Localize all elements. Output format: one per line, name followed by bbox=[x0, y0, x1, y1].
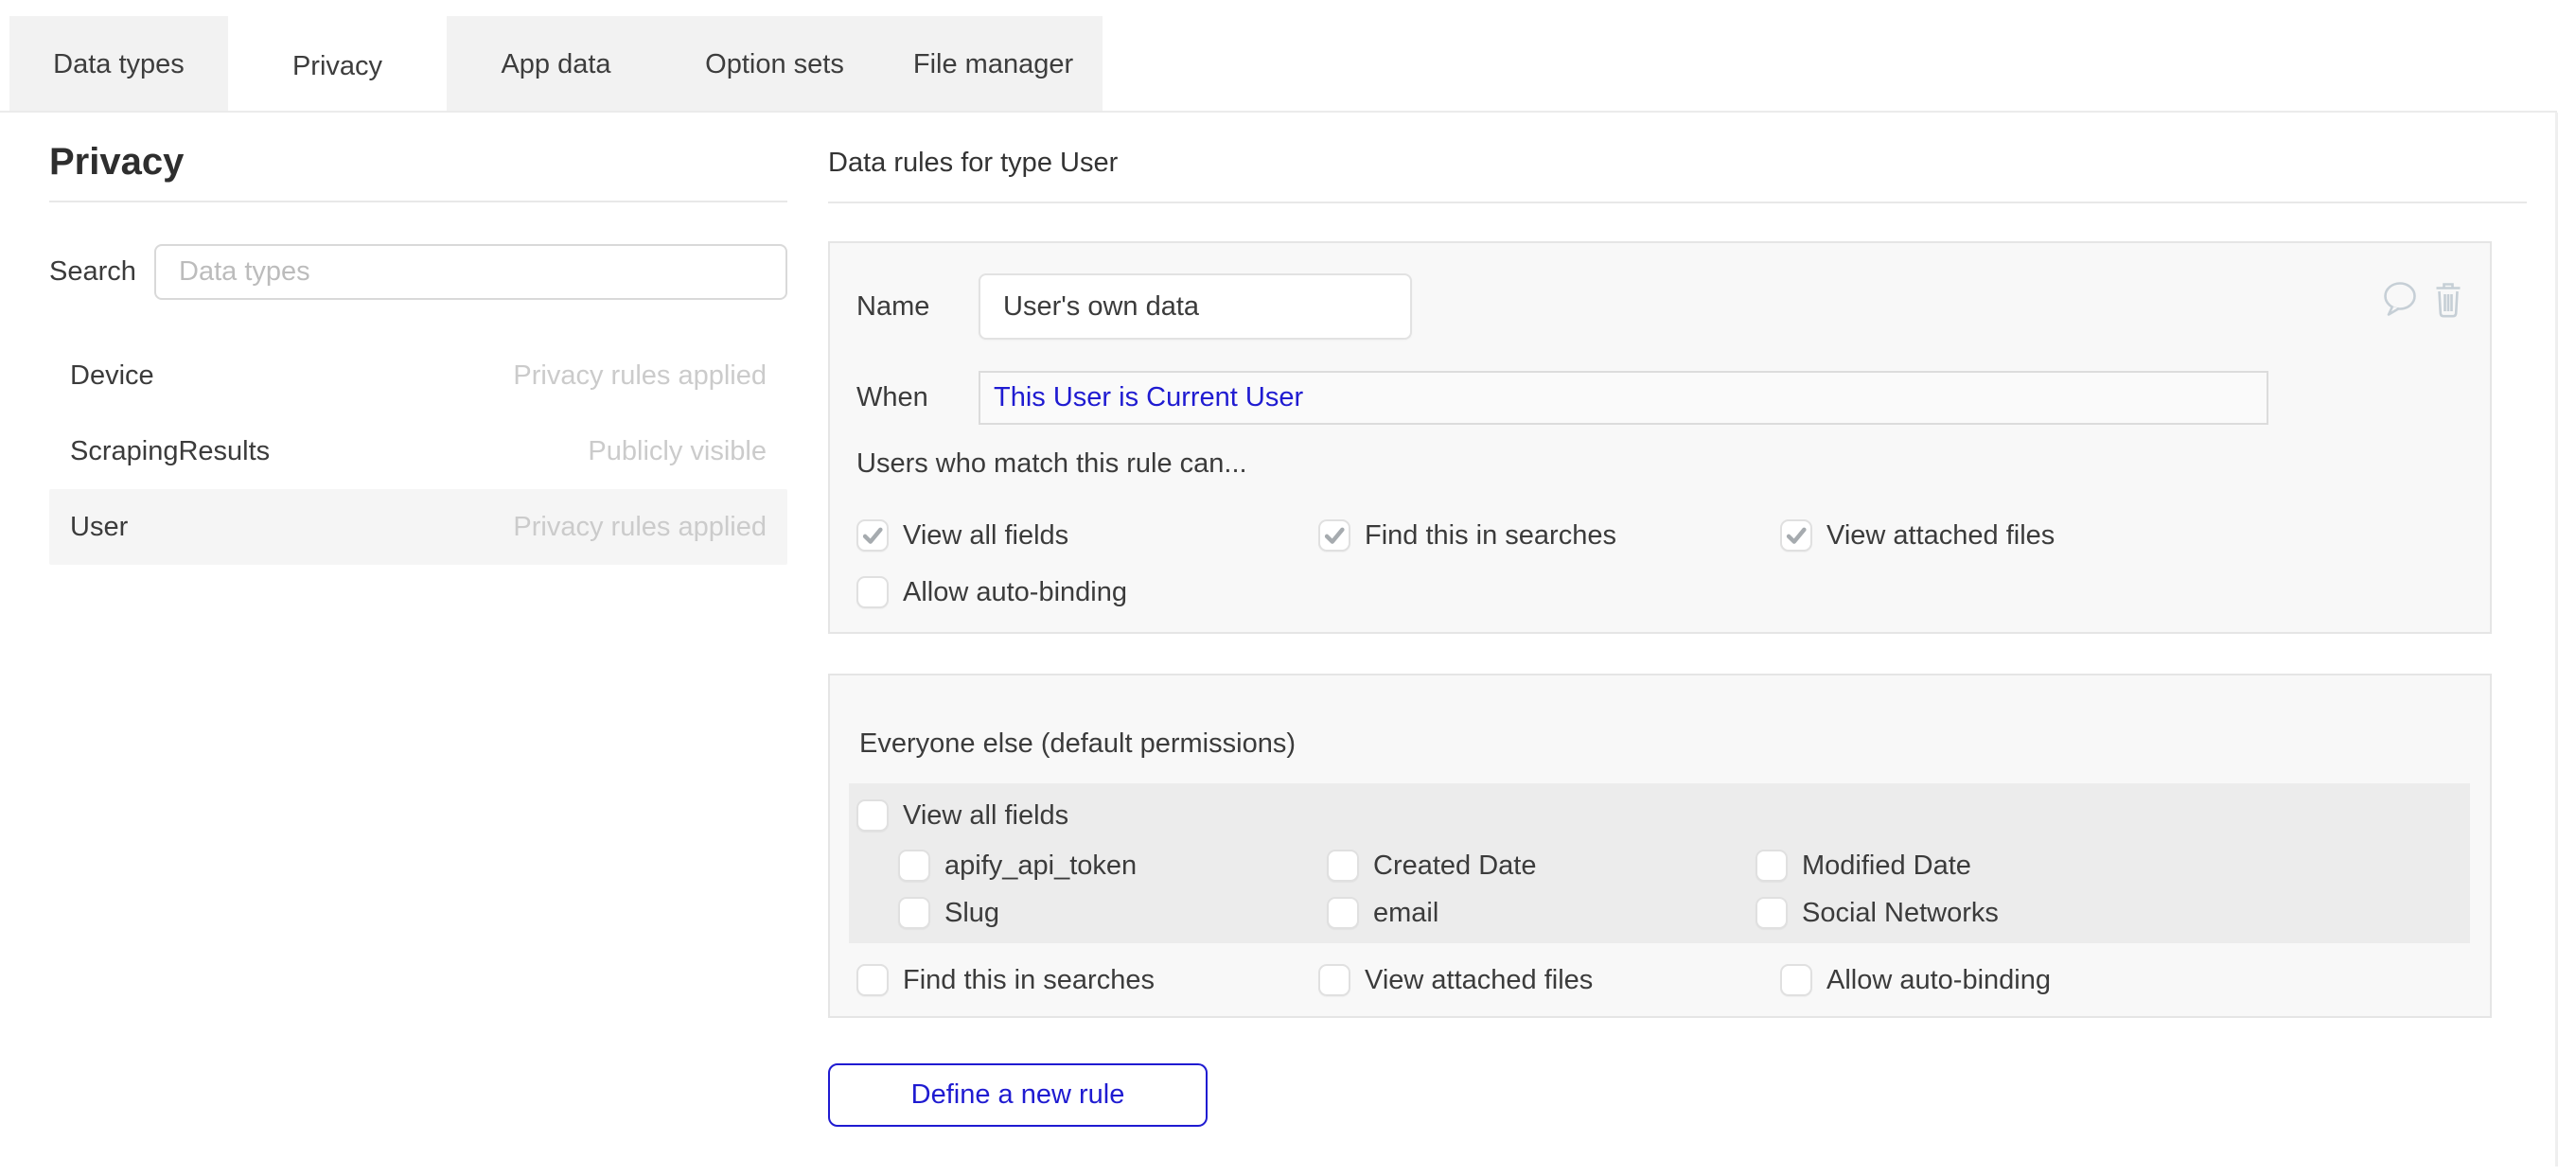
permission-label: View attached files bbox=[1365, 965, 1593, 996]
data-type-list: Device Privacy rules applied ScrapingRes… bbox=[49, 338, 787, 565]
privacy-main-panel: Data rules for type User bbox=[828, 147, 2527, 1127]
permission-item: Allow auto-binding bbox=[856, 574, 1318, 610]
field-checkbox[interactable] bbox=[898, 850, 930, 882]
field-item: Modified Date bbox=[1756, 845, 2184, 886]
default-permissions-card: Everyone else (default permissions) View… bbox=[828, 674, 2492, 1018]
permission-label: Find this in searches bbox=[1365, 520, 1616, 552]
permission-checkbox[interactable] bbox=[1318, 519, 1350, 552]
permission-item: View attached files bbox=[1318, 962, 1780, 998]
permission-checkbox[interactable] bbox=[1318, 964, 1350, 996]
define-new-rule-button[interactable]: Define a new rule bbox=[828, 1063, 1208, 1127]
field-checkbox[interactable] bbox=[898, 897, 930, 929]
tab-label: Data types bbox=[53, 49, 185, 80]
right-scroll-track[interactable] bbox=[2555, 113, 2558, 1166]
data-type-name: User bbox=[70, 512, 128, 543]
tab-label: Option sets bbox=[705, 49, 844, 80]
tab[interactable]: Option sets bbox=[665, 16, 884, 113]
field-label: apify_api_token bbox=[944, 851, 1137, 882]
permissions-intro: Users who match this rule can... bbox=[856, 448, 2463, 480]
data-type-name: ScrapingResults bbox=[70, 436, 270, 467]
field-item: Created Date bbox=[1327, 845, 1756, 886]
sidebar-divider bbox=[49, 201, 787, 202]
data-type-row[interactable]: ScrapingResults Publicly visible bbox=[49, 413, 787, 489]
default-permissions-title: Everyone else (default permissions) bbox=[830, 675, 2490, 761]
tab-label: Privacy bbox=[292, 51, 382, 82]
view-all-fields-label: View all fields bbox=[903, 800, 1068, 832]
data-type-status: Publicly visible bbox=[588, 436, 767, 467]
permission-item: Allow auto-binding bbox=[1780, 962, 2242, 998]
trash-icon[interactable] bbox=[2435, 281, 2461, 326]
field-checkbox[interactable] bbox=[1756, 897, 1788, 929]
tab[interactable]: Data types bbox=[9, 16, 228, 113]
view-all-fields-item: View all fields bbox=[856, 798, 1318, 833]
permission-label: Allow auto-binding bbox=[903, 577, 1127, 608]
data-type-status: Privacy rules applied bbox=[513, 512, 767, 543]
permission-label: View attached files bbox=[1826, 520, 2055, 552]
page-title: Privacy bbox=[49, 140, 787, 184]
when-condition-field[interactable]: This User is Current User bbox=[979, 371, 2268, 425]
data-type-row[interactable]: User Privacy rules applied bbox=[49, 489, 787, 565]
permission-item: Find this in searches bbox=[1318, 517, 1780, 553]
permission-item: View all fields bbox=[856, 517, 1318, 553]
when-condition-text: This User is Current User bbox=[994, 382, 1303, 413]
field-checkbox[interactable] bbox=[1327, 850, 1359, 882]
search-row: Search bbox=[49, 244, 787, 300]
permission-checkbox[interactable] bbox=[1780, 519, 1812, 552]
permission-item: View attached files bbox=[1780, 517, 2242, 553]
field-item: Social Networks bbox=[1756, 892, 2184, 934]
rule-when-row: When This User is Current User bbox=[856, 371, 2463, 425]
default-permission-list: Find this in searches View attached file… bbox=[830, 962, 2490, 998]
permission-label: View all fields bbox=[903, 520, 1068, 552]
field-item: apify_api_token bbox=[898, 845, 1327, 886]
permission-checkbox[interactable] bbox=[856, 576, 889, 608]
field-checkbox[interactable] bbox=[1327, 897, 1359, 929]
field-label: Modified Date bbox=[1802, 851, 1971, 882]
tab-label: App data bbox=[501, 49, 610, 80]
view-all-fields-checkbox[interactable] bbox=[856, 799, 889, 832]
permission-checkbox[interactable] bbox=[1780, 964, 1812, 996]
field-label: Created Date bbox=[1373, 851, 1537, 882]
tab[interactable]: File manager bbox=[884, 16, 1103, 113]
field-label: Slug bbox=[944, 898, 999, 929]
tab-label: File manager bbox=[913, 49, 1073, 80]
field-item: email bbox=[1327, 892, 1756, 934]
search-label: Search bbox=[49, 256, 130, 288]
field-list: apify_api_token Created Date bbox=[856, 845, 2295, 934]
rules-heading: Data rules for type User bbox=[828, 147, 2527, 179]
privacy-rule-card: Name When This User is Current User User… bbox=[828, 241, 2492, 634]
tab[interactable]: App data bbox=[447, 16, 665, 113]
privacy-sidebar: Privacy Search Device Privacy rules appl… bbox=[49, 140, 787, 565]
permission-checkbox[interactable] bbox=[856, 519, 889, 552]
data-type-row[interactable]: Device Privacy rules applied bbox=[49, 338, 787, 413]
field-label: Social Networks bbox=[1802, 898, 1999, 929]
field-label: email bbox=[1373, 898, 1438, 929]
data-type-name: Device bbox=[70, 360, 154, 392]
field-checkbox[interactable] bbox=[1756, 850, 1788, 882]
tab-bar: Data types Privacy App data Option sets … bbox=[9, 16, 1103, 116]
rules-heading-divider bbox=[828, 202, 2527, 203]
comment-icon[interactable] bbox=[2381, 281, 2419, 324]
name-label: Name bbox=[856, 291, 979, 323]
field-item: Slug bbox=[898, 892, 1327, 934]
permission-label: Find this in searches bbox=[903, 965, 1155, 996]
tab-bar-divider bbox=[0, 111, 2557, 113]
permission-checkbox[interactable] bbox=[856, 964, 889, 996]
tab[interactable]: Privacy bbox=[228, 16, 447, 116]
fields-section: View all fields apify_api_token bbox=[849, 783, 2470, 943]
rule-actions bbox=[2381, 281, 2461, 326]
rule-permission-list: View all fields Find this in searches bbox=[856, 517, 2295, 610]
permission-item: Find this in searches bbox=[856, 962, 1318, 998]
rule-name-row: Name bbox=[856, 273, 2463, 340]
rule-name-input[interactable] bbox=[979, 273, 1412, 340]
permission-label: Allow auto-binding bbox=[1826, 965, 2051, 996]
search-input[interactable] bbox=[154, 244, 787, 300]
data-type-status: Privacy rules applied bbox=[513, 360, 767, 392]
when-label: When bbox=[856, 382, 979, 413]
